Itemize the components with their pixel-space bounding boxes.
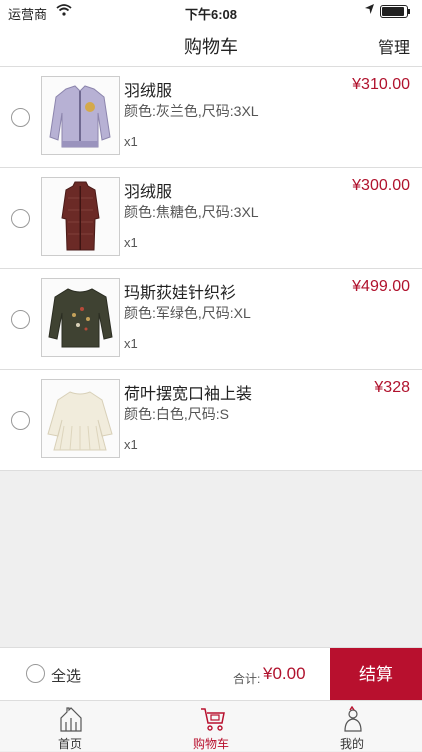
battery-icon [380,5,410,18]
cart-item: 荷叶摆宽口袖上装 颜色:白色,尺码:S x1 ¥328 [0,370,422,471]
manage-button[interactable]: 管理 [378,34,410,58]
page-title: 购物车 [184,37,238,57]
product-spec: 颜色:军绿色,尺码:XL [124,305,251,321]
product-price: ¥310.00 [352,76,410,93]
cart-list: 羽绒服 颜色:灰兰色,尺码:3XL x1 ¥310.00 羽绒服 颜色:焦糖色,… [0,67,422,471]
product-image-maroon-coat[interactable] [41,177,120,256]
select-all-checkbox[interactable] [26,664,45,683]
total-label: 合计: [233,672,261,686]
tab-home[interactable]: 首页 [0,701,140,751]
product-price: ¥300.00 [352,177,410,194]
product-quantity: x1 [124,134,138,149]
select-all-label[interactable]: 全选 [51,665,81,686]
product-name[interactable]: 荷叶摆宽口袖上装 [124,380,252,404]
tab-profile-label: 我的 [339,737,364,751]
item-select-checkbox[interactable] [11,209,30,228]
product-name[interactable]: 玛斯荻娃针织衫 [124,279,236,303]
product-image-green-sweater[interactable] [41,278,120,357]
location-arrow-icon [364,3,375,18]
product-price: ¥499.00 [352,278,410,295]
product-price: ¥328 [374,379,410,396]
item-select-checkbox[interactable] [11,310,30,329]
checkout-bar: 全选 合计: ¥0.00 结算 [0,647,422,700]
clock: 下午6:08 [184,7,238,22]
nav-bar: 购物车 管理 [0,22,422,67]
item-select-checkbox[interactable] [11,411,30,430]
total-amount: ¥0.00 [263,664,306,683]
product-name[interactable]: 羽绒服 [124,77,172,101]
product-quantity: x1 [124,235,138,250]
tab-profile[interactable]: 我的 [282,701,422,751]
product-name[interactable]: 羽绒服 [124,178,172,202]
tab-cart-label: 购物车 [192,737,229,751]
cart-item: 玛斯荻娃针织衫 颜色:军绿色,尺码:XL x1 ¥499.00 [0,269,422,370]
cart-icon [201,708,225,731]
tab-cart[interactable]: 购物车 [141,701,281,751]
product-spec: 颜色:灰兰色,尺码:3XL [124,103,259,119]
item-select-checkbox[interactable] [11,108,30,127]
home-icon [60,707,82,732]
product-spec: 颜色:焦糖色,尺码:3XL [124,204,259,220]
product-quantity: x1 [124,437,138,452]
profile-icon [344,706,362,732]
product-image-lavender-jacket[interactable] [41,76,120,155]
tab-home-label: 首页 [57,737,82,751]
tab-bar: 首页 购物车 我的 [0,700,422,751]
cart-item: 羽绒服 颜色:焦糖色,尺码:3XL x1 ¥300.00 [0,168,422,269]
product-quantity: x1 [124,336,138,351]
status-bar: 运营商 下午6:08 [0,0,422,22]
product-spec: 颜色:白色,尺码:S [124,406,230,422]
product-image-white-top[interactable] [41,379,120,458]
checkout-button[interactable]: 结算 [330,648,422,700]
cart-item: 羽绒服 颜色:灰兰色,尺码:3XL x1 ¥310.00 [0,67,422,168]
